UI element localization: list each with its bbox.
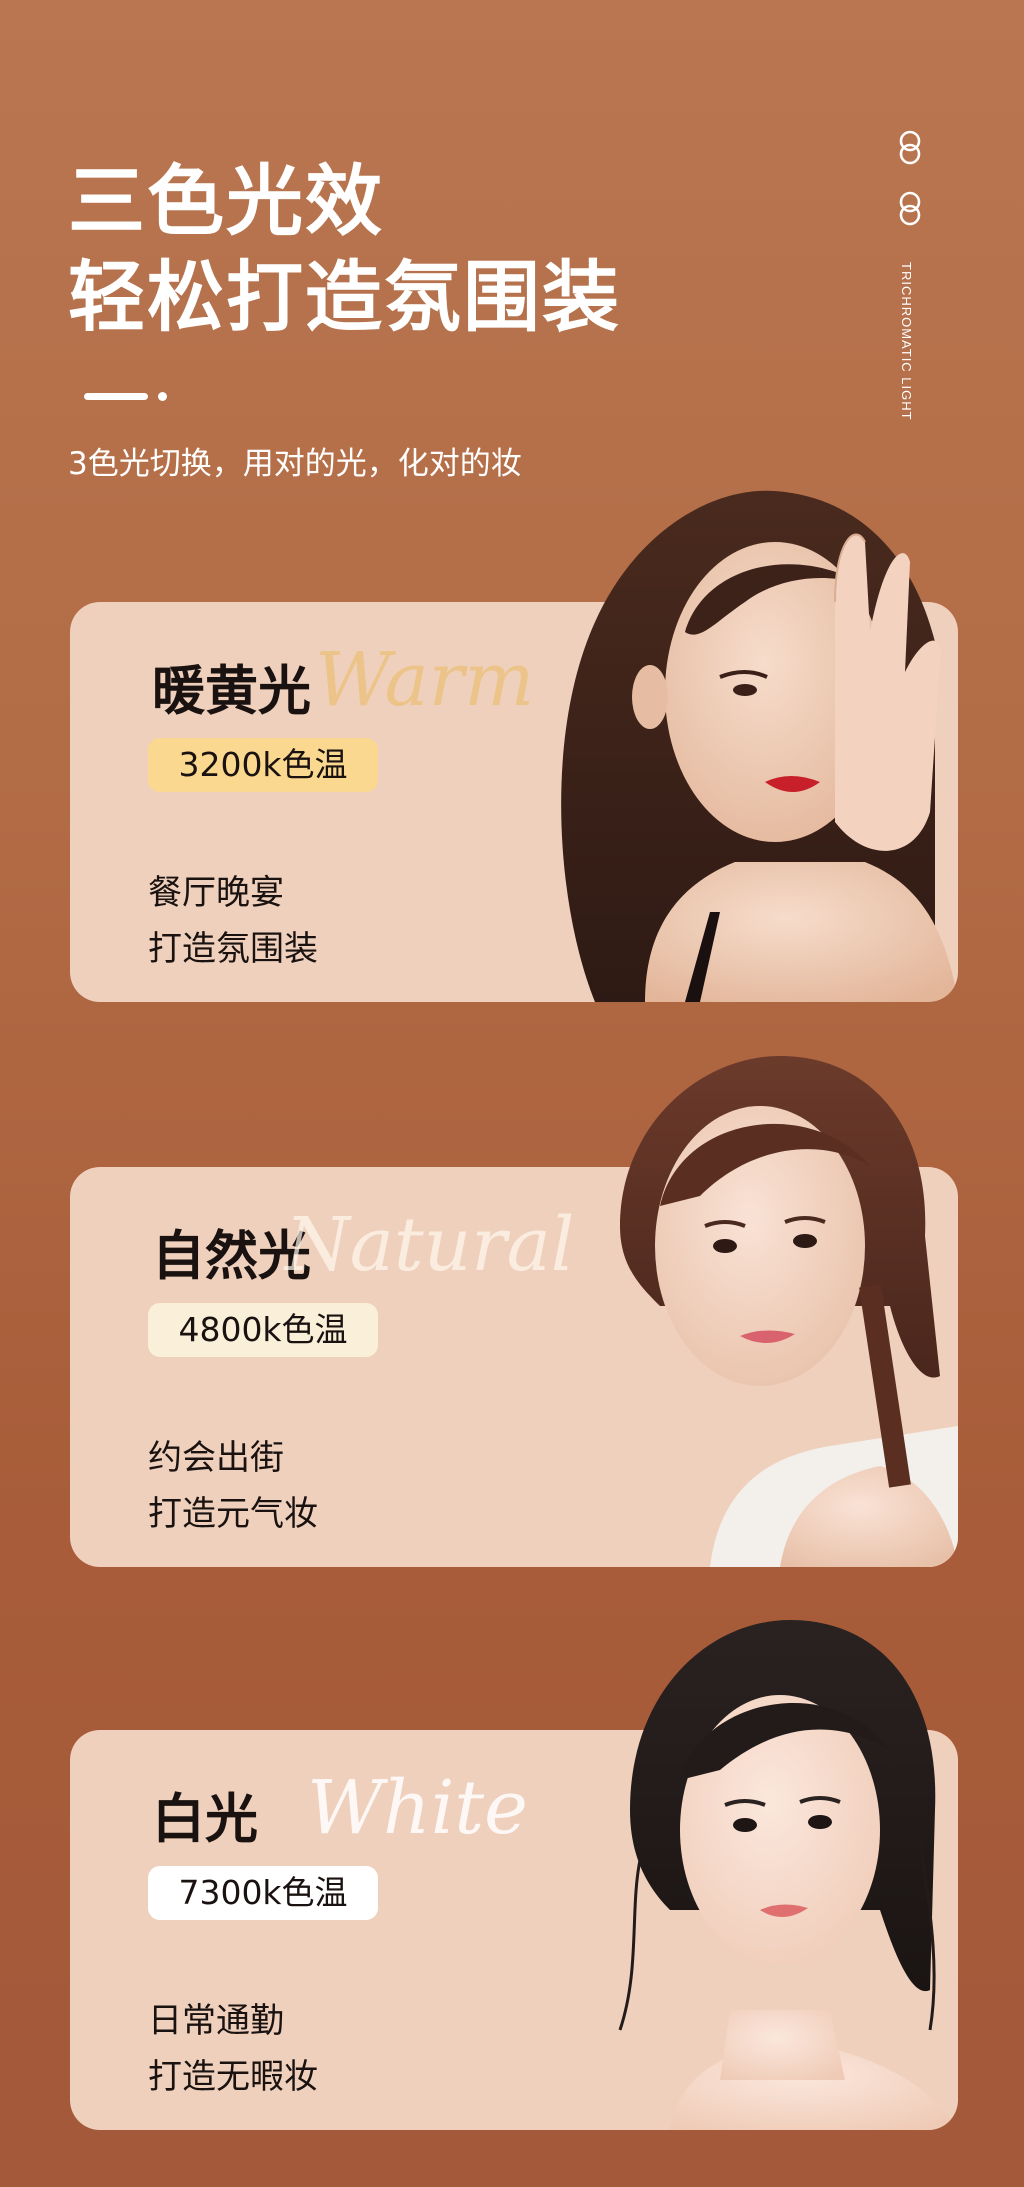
side-label: TRICHROMATIC LIGHT: [899, 262, 914, 421]
accent-divider: [84, 393, 148, 400]
mode-script-label: Natural: [285, 1202, 575, 1288]
model-portrait-warm: [535, 482, 958, 1002]
page: 三色光效 轻松打造氛围装 3色光切换，用对的光，化对的妆 TRICHROMATI…: [0, 0, 1024, 2187]
description-line-2: 打造无暇妆: [148, 2057, 318, 2097]
mode-name: 暖黄光: [152, 661, 311, 722]
model-portrait-natural: [580, 1046, 958, 1567]
rings-icon: [899, 130, 921, 226]
mode-script-label: Warm: [315, 637, 535, 723]
description-line-1: 日常通勤: [148, 2001, 284, 2041]
mode-description: 日常通勤 打造无暇妆: [148, 1993, 318, 2105]
subtitle: 3色光切换，用对的光，化对的妆: [68, 446, 522, 482]
mode-description: 餐厅晚宴 打造氛围装: [148, 865, 318, 977]
description-line-1: 餐厅晚宴: [148, 873, 284, 913]
mode-script-label: White: [307, 1765, 528, 1851]
accent-dot: [158, 392, 167, 401]
model-portrait-white: [610, 1610, 958, 2130]
mode-description: 约会出街 打造元气妆: [148, 1430, 318, 1542]
temperature-badge: 7300k色温: [148, 1866, 378, 1920]
temperature-badge: 4800k色温: [148, 1303, 378, 1357]
description-line-1: 约会出街: [148, 1438, 284, 1478]
page-title: 三色光效 轻松打造氛围装: [68, 155, 621, 347]
mode-name: 白光: [152, 1789, 258, 1850]
description-line-2: 打造氛围装: [148, 929, 318, 969]
temperature-badge: 3200k色温: [148, 738, 378, 792]
title-line-2: 轻松打造氛围装: [68, 254, 621, 343]
description-line-2: 打造元气妆: [148, 1494, 318, 1534]
title-line-1: 三色光效: [68, 158, 384, 247]
